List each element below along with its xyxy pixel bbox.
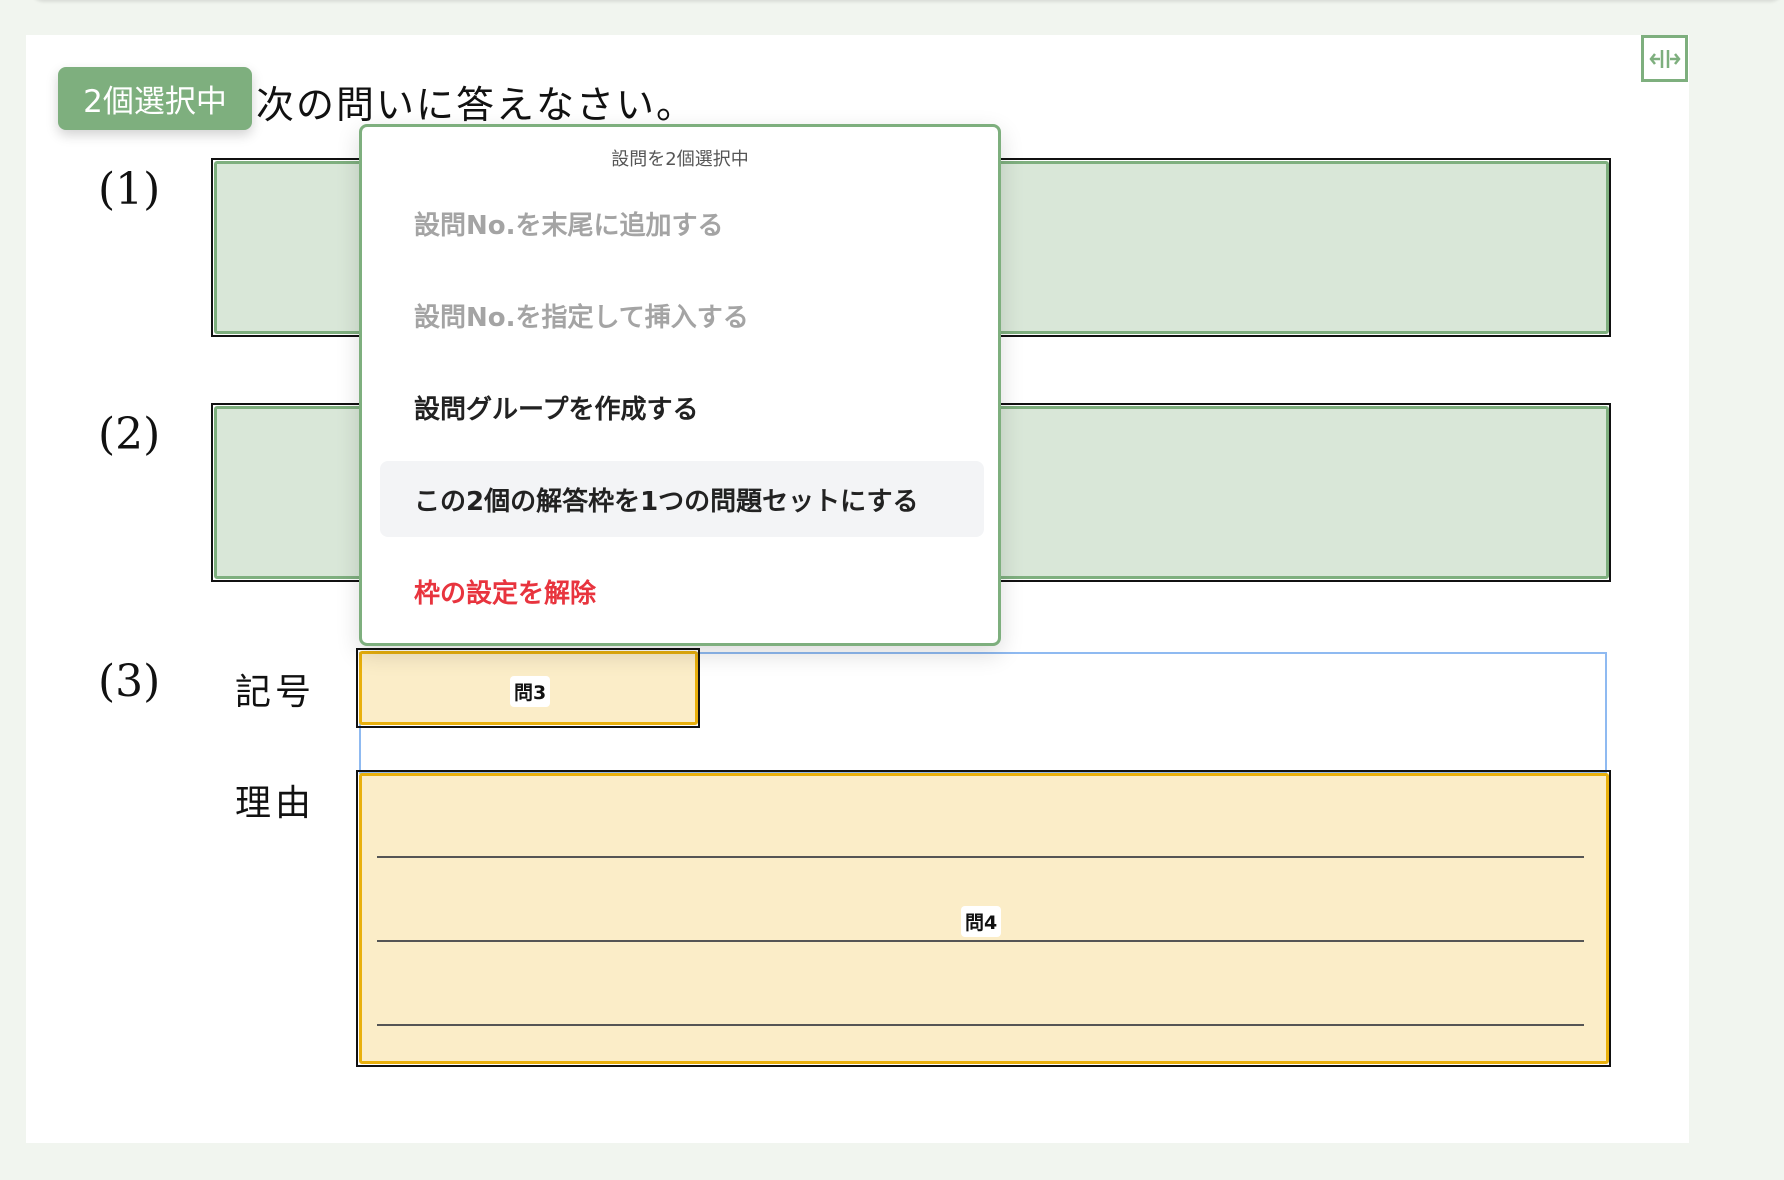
ruled-line bbox=[377, 856, 1584, 858]
selection-count-badge: 2個選択中 bbox=[58, 67, 252, 130]
menu-item-append-question-no: 設問No.を末尾に追加する bbox=[414, 210, 724, 241]
context-menu: 設問を2個選択中 設問No.を末尾に追加する 設問No.を指定して挿入する 設問… bbox=[359, 124, 1001, 646]
menu-item-insert-question-no: 設問No.を指定して挿入する bbox=[414, 302, 749, 333]
ruled-line bbox=[377, 940, 1584, 942]
horizontal-resize-button[interactable] bbox=[1641, 35, 1688, 82]
question-number: (3) bbox=[98, 656, 161, 707]
frame-tag: 問4 bbox=[961, 906, 1002, 937]
menu-item-clear-frame-settings[interactable]: 枠の設定を解除 bbox=[380, 553, 984, 629]
sheet-title: 次の問いに答えなさい。 bbox=[256, 83, 697, 127]
question-number: (1) bbox=[98, 164, 161, 215]
horizontal-resize-icon bbox=[1648, 49, 1681, 68]
frame-tag: 問3 bbox=[510, 676, 551, 707]
menu-item-make-question-set[interactable]: この2個の解答枠を1つの問題セットにする bbox=[380, 461, 984, 537]
menu-item-create-question-group[interactable]: 設問グループを作成する bbox=[380, 369, 984, 445]
row-label: 理由 bbox=[235, 783, 316, 824]
context-menu-header: 設問を2個選択中 bbox=[611, 149, 749, 170]
ruled-line bbox=[377, 1024, 1584, 1026]
row-label: 記号 bbox=[235, 672, 316, 713]
question-number: (2) bbox=[98, 409, 161, 460]
